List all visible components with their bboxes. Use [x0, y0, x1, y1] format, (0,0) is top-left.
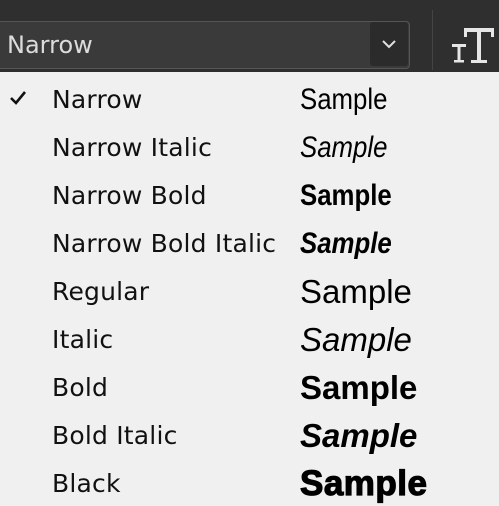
menu-item-label: Narrow Bold Italic: [52, 229, 277, 258]
toolbar-divider: [432, 10, 433, 70]
menu-item-narrow-bold-italic[interactable]: Narrow Bold Italic Sample: [0, 220, 499, 268]
menu-item-narrow-italic[interactable]: Narrow Italic Sample: [0, 124, 499, 172]
checkmark-icon: [10, 91, 27, 105]
menu-item-narrow[interactable]: Narrow Sample: [0, 76, 499, 124]
dropdown-toggle-button[interactable]: [370, 22, 408, 66]
menu-item-sample: Sample: [300, 179, 392, 212]
menu-item-label: Black: [52, 469, 121, 498]
chevron-down-icon: [382, 40, 396, 49]
menu-item-label: Narrow: [52, 85, 143, 114]
menu-item-narrow-bold[interactable]: Narrow Bold Sample: [0, 172, 499, 220]
menu-item-sample: Sample: [300, 227, 392, 260]
toolbar: Narrow: [0, 0, 499, 72]
menu-item-black[interactable]: Black Sample: [0, 460, 499, 506]
menu-item-sample: Sample: [300, 83, 388, 116]
menu-item-sample: Sample: [300, 273, 412, 310]
font-style-dropdown[interactable]: Narrow: [0, 21, 410, 69]
menu-item-label: Bold: [52, 373, 109, 402]
menu-item-label: Narrow Bold: [52, 181, 207, 210]
menu-item-sample: Sample: [300, 369, 418, 406]
font-style-selected-value: Narrow: [7, 31, 93, 59]
menu-item-label: Narrow Italic: [52, 133, 213, 162]
menu-item-label: Italic: [52, 325, 114, 354]
menu-item-sample: Sample: [299, 463, 428, 503]
font-style-menu: Narrow Sample Narrow Italic Sample Narro…: [0, 72, 499, 506]
menu-item-label: Bold Italic: [52, 421, 178, 450]
type-size-icon[interactable]: [448, 20, 498, 70]
menu-item-label: Regular: [52, 277, 150, 306]
menu-item-sample: Sample: [300, 321, 412, 358]
menu-item-sample: Sample: [300, 131, 388, 164]
menu-item-sample: Sample: [300, 417, 418, 454]
menu-item-regular[interactable]: Regular Sample: [0, 268, 499, 316]
menu-item-italic[interactable]: Italic Sample: [0, 316, 499, 364]
menu-item-bold[interactable]: Bold Sample: [0, 364, 499, 412]
menu-item-bold-italic[interactable]: Bold Italic Sample: [0, 412, 499, 460]
